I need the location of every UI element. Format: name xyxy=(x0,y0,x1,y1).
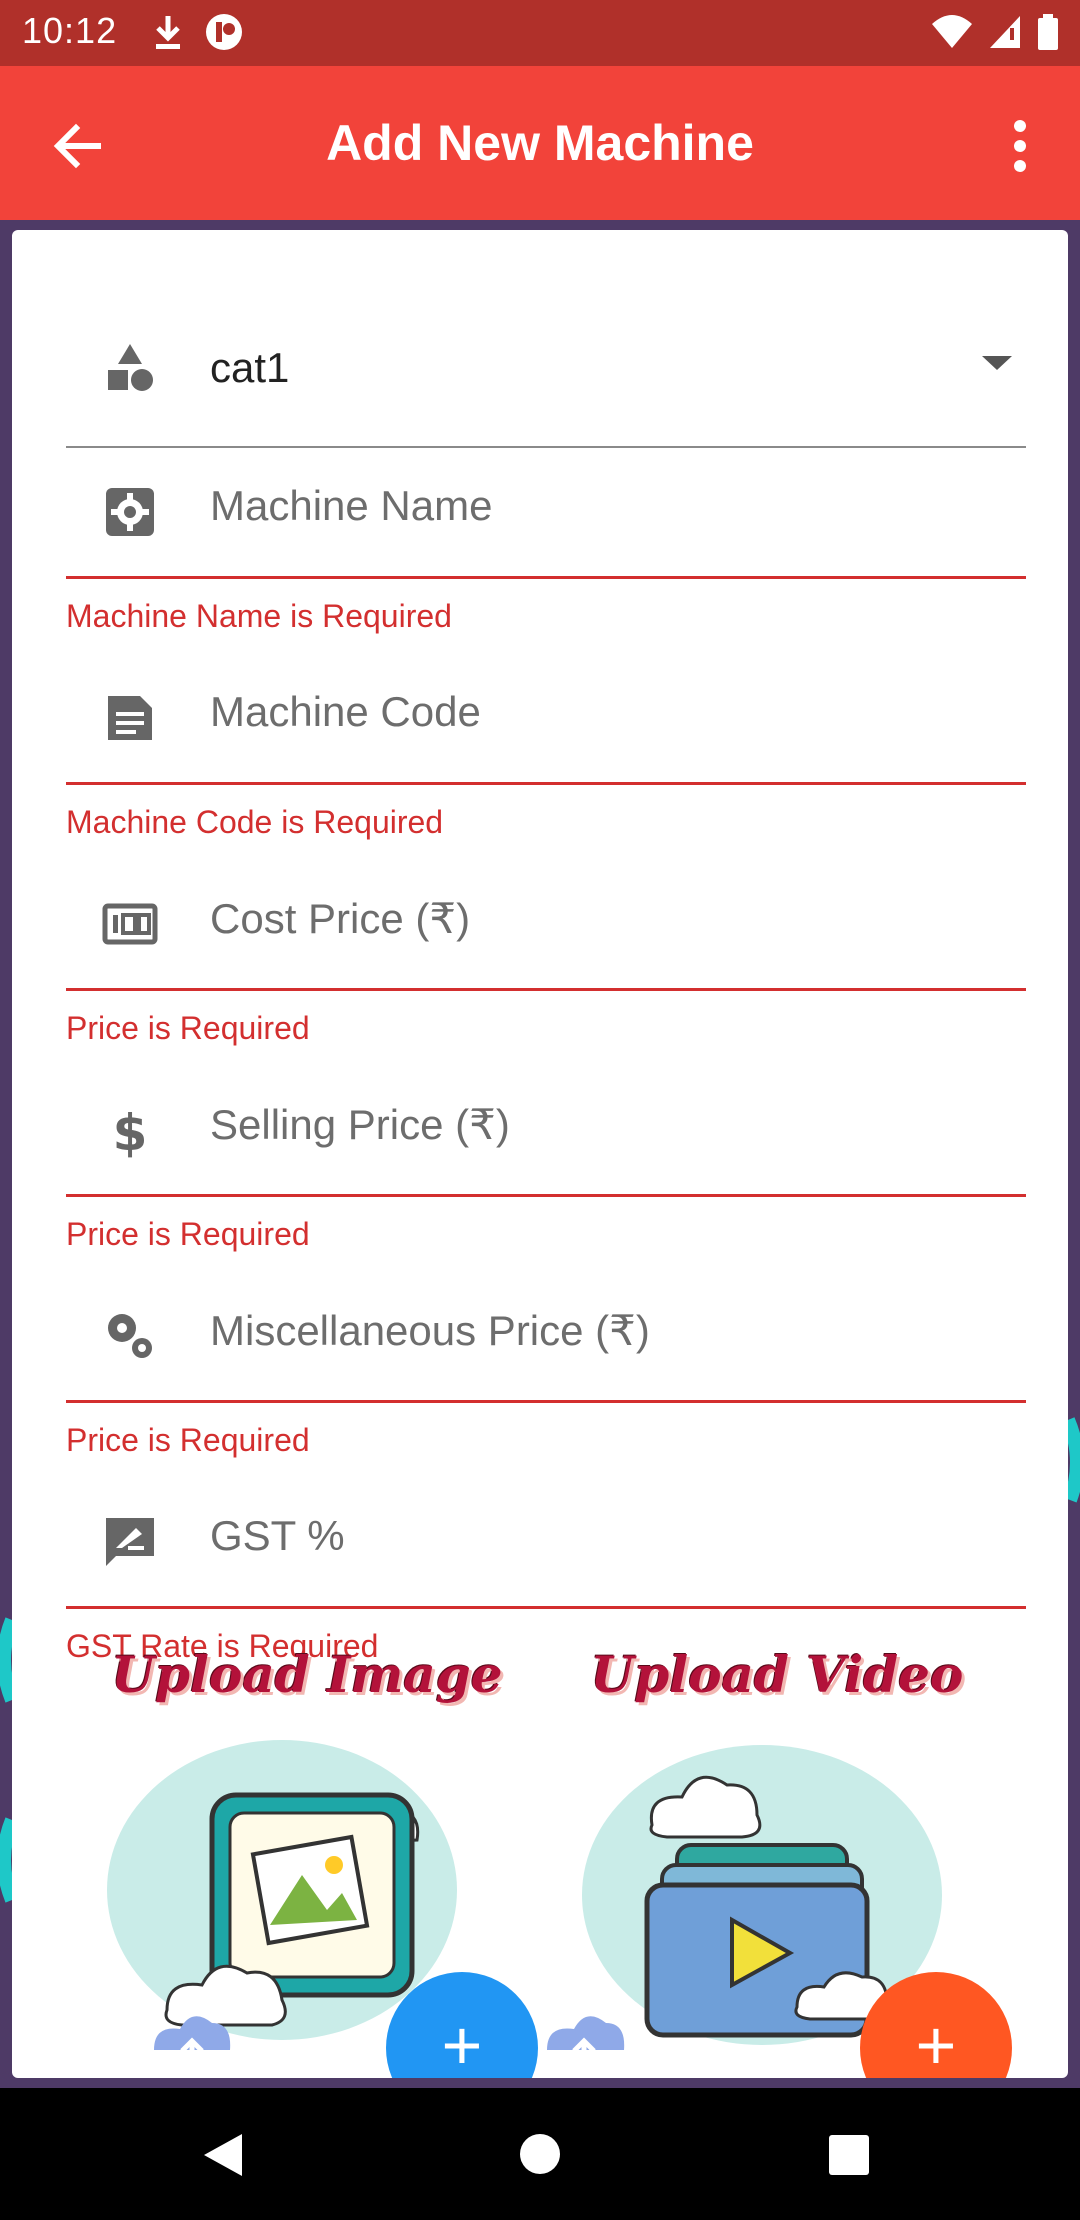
battery-icon xyxy=(1038,14,1058,50)
machine-name-underline xyxy=(66,576,1026,579)
overflow-menu-icon[interactable] xyxy=(1000,116,1040,176)
rate-review-icon xyxy=(106,1518,154,1566)
upload-video-title: Upload Video xyxy=(590,1645,964,1704)
gst-underline xyxy=(66,1606,1026,1609)
machine-code-underline xyxy=(66,782,1026,785)
document-icon xyxy=(108,696,152,740)
machine-name-placeholder: Machine Name xyxy=(210,482,493,529)
svg-text:$: $ xyxy=(113,1104,148,1158)
machine-code-field[interactable]: Machine Code Machine Code is Required xyxy=(66,662,1026,862)
settings-gear-icon xyxy=(106,488,154,536)
machine-name-error: Machine Name is Required xyxy=(66,598,452,634)
upload-image-title: Upload Image xyxy=(111,1645,503,1704)
money-bill-icon xyxy=(102,903,158,945)
wifi-icon xyxy=(932,15,972,48)
dollar-icon: $ xyxy=(113,1104,148,1158)
cost-price-field[interactable]: Cost Price (₹) Price is Required xyxy=(66,868,1026,1068)
gears-icon xyxy=(108,1314,152,1358)
selling-price-error: Price is Required xyxy=(66,1216,310,1252)
selling-price-field[interactable]: $ Selling Price (₹) Price is Required xyxy=(66,1074,1026,1274)
app-notification-icon xyxy=(206,14,242,50)
cost-price-underline xyxy=(66,988,1026,991)
category-dropdown[interactable]: cat1 xyxy=(66,310,1026,448)
category-shapes-icon xyxy=(108,344,153,391)
navigation-bar xyxy=(0,2088,1080,2220)
machine-name-field[interactable]: Machine Name Machine Name is Required xyxy=(66,456,1026,656)
status-bar: 10:12 xyxy=(0,0,1080,66)
app-bar: Add New Machine xyxy=(0,66,1080,220)
selling-price-placeholder: Selling Price (₹) xyxy=(210,1101,510,1148)
misc-price-placeholder: Miscellaneous Price (₹) xyxy=(210,1307,650,1354)
nav-back-icon[interactable] xyxy=(200,2132,246,2178)
cost-price-error: Price is Required xyxy=(66,1010,310,1046)
cost-price-placeholder: Cost Price (₹) xyxy=(210,895,471,942)
signal-icon xyxy=(990,16,1020,48)
selling-price-underline xyxy=(66,1194,1026,1197)
dropdown-arrow-icon[interactable] xyxy=(982,356,1012,372)
misc-price-underline xyxy=(66,1400,1026,1403)
misc-price-field[interactable]: Miscellaneous Price (₹) Price is Require… xyxy=(66,1280,1026,1480)
category-underline xyxy=(66,446,1026,448)
download-icon xyxy=(156,16,180,49)
nav-home-icon[interactable] xyxy=(518,2132,562,2176)
misc-price-error: Price is Required xyxy=(66,1422,310,1458)
page-title: Add New Machine xyxy=(326,115,754,171)
machine-code-error: Machine Code is Required xyxy=(66,804,444,840)
status-time: 10:12 xyxy=(22,10,118,51)
form-card: cat1 Machine Name Machine Name is Requir… xyxy=(12,230,1068,2078)
nav-recents-icon[interactable] xyxy=(828,2134,870,2176)
gst-placeholder: GST % xyxy=(210,1512,345,1559)
category-value: cat1 xyxy=(210,344,290,391)
machine-code-placeholder: Machine Code xyxy=(210,688,481,735)
